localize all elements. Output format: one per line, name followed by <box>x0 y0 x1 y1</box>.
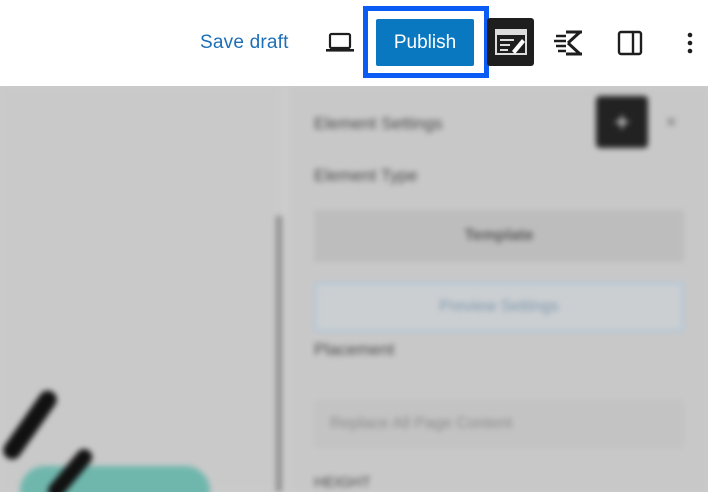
blur-layer: Element Settings + × Element Type Templa… <box>0 86 708 492</box>
preview-settings-button[interactable]: Preview Settings <box>314 282 684 332</box>
settings-sidebar-toggle[interactable] <box>610 22 650 64</box>
template-button[interactable]: Template <box>314 210 684 262</box>
editor-tools-button[interactable] <box>487 18 534 66</box>
black-brush-stroke <box>0 387 61 463</box>
canvas-divider <box>276 216 282 492</box>
editor-icon <box>494 29 527 55</box>
placement-label: Placement <box>314 340 395 359</box>
height-label: HEIGHT <box>314 474 371 491</box>
panel-heading: Element Settings <box>314 114 443 133</box>
save-draft-button[interactable]: Save draft <box>188 26 301 60</box>
publish-label: Publish <box>393 31 457 53</box>
preview-button[interactable] <box>320 24 360 62</box>
kadence-button[interactable] <box>548 22 592 64</box>
placement-select[interactable]: Replace All Page Content <box>314 400 684 448</box>
panel-chevron[interactable]: × <box>666 112 677 133</box>
preview-settings-label: Preview Settings <box>439 298 559 315</box>
element-type-label: Element Type <box>314 166 418 185</box>
save-draft-label: Save draft <box>200 32 289 53</box>
panel-add-button[interactable]: + <box>596 96 648 148</box>
template-label: Template <box>464 227 534 244</box>
blurred-editor-background: Element Settings + × Element Type Templa… <box>0 86 708 492</box>
placement-value: Replace All Page Content <box>330 415 513 432</box>
editor-top-toolbar: Save draft Publish <box>0 0 708 86</box>
k-logo-icon <box>554 30 582 56</box>
more-vertical-icon <box>687 32 693 54</box>
sidebar-toggle-icon <box>617 30 643 56</box>
publish-button[interactable]: Publish <box>376 19 474 66</box>
editor-canvas-area <box>0 86 280 492</box>
laptop-icon <box>326 32 354 52</box>
options-menu-button[interactable] <box>672 22 708 64</box>
